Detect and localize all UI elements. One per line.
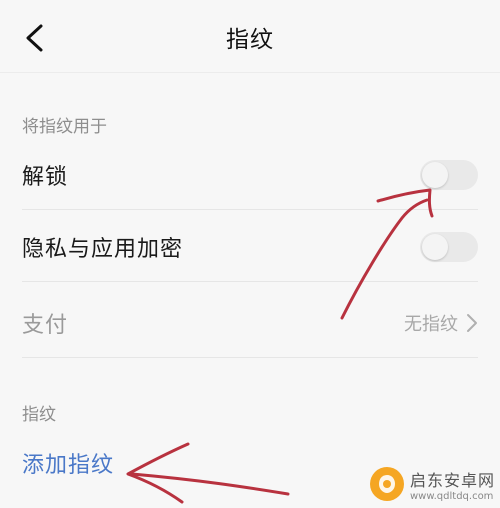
row-unlock[interactable]: 解锁 <box>0 140 500 210</box>
row-payment[interactable]: 支付 无指纹 <box>0 288 500 358</box>
divider <box>22 209 478 210</box>
section-label-fingerprints: 指纹 <box>22 405 56 425</box>
watermark: 启东安卓网 www.qdltdq.com <box>370 462 498 506</box>
toggle-knob <box>422 162 448 188</box>
watermark-url: www.qdltdq.com <box>410 490 494 502</box>
unlock-toggle[interactable] <box>420 160 478 190</box>
payment-value-text: 无指纹 <box>404 314 458 335</box>
payment-value[interactable]: 无指纹 <box>404 310 478 336</box>
watermark-name: 启东安卓网 <box>410 470 496 490</box>
divider <box>22 357 478 358</box>
row-privacy-app-lock[interactable]: 隐私与应用加密 <box>0 212 500 282</box>
chevron-right-icon <box>467 314 477 332</box>
divider <box>22 281 478 282</box>
row-label-unlock: 解锁 <box>22 165 69 190</box>
section-label-use-for: 将指纹用于 <box>22 117 107 137</box>
row-label-payment: 支付 <box>22 313 69 338</box>
add-fingerprint-button[interactable]: 添加指纹 <box>22 447 114 479</box>
title-bar: 指纹 <box>0 0 500 73</box>
privacy-app-lock-toggle[interactable] <box>420 232 478 262</box>
toggle-knob <box>422 234 448 260</box>
page-title: 指纹 <box>226 27 274 53</box>
row-label-privacy-app-lock: 隐私与应用加密 <box>22 237 184 262</box>
watermark-logo-icon <box>370 467 404 501</box>
